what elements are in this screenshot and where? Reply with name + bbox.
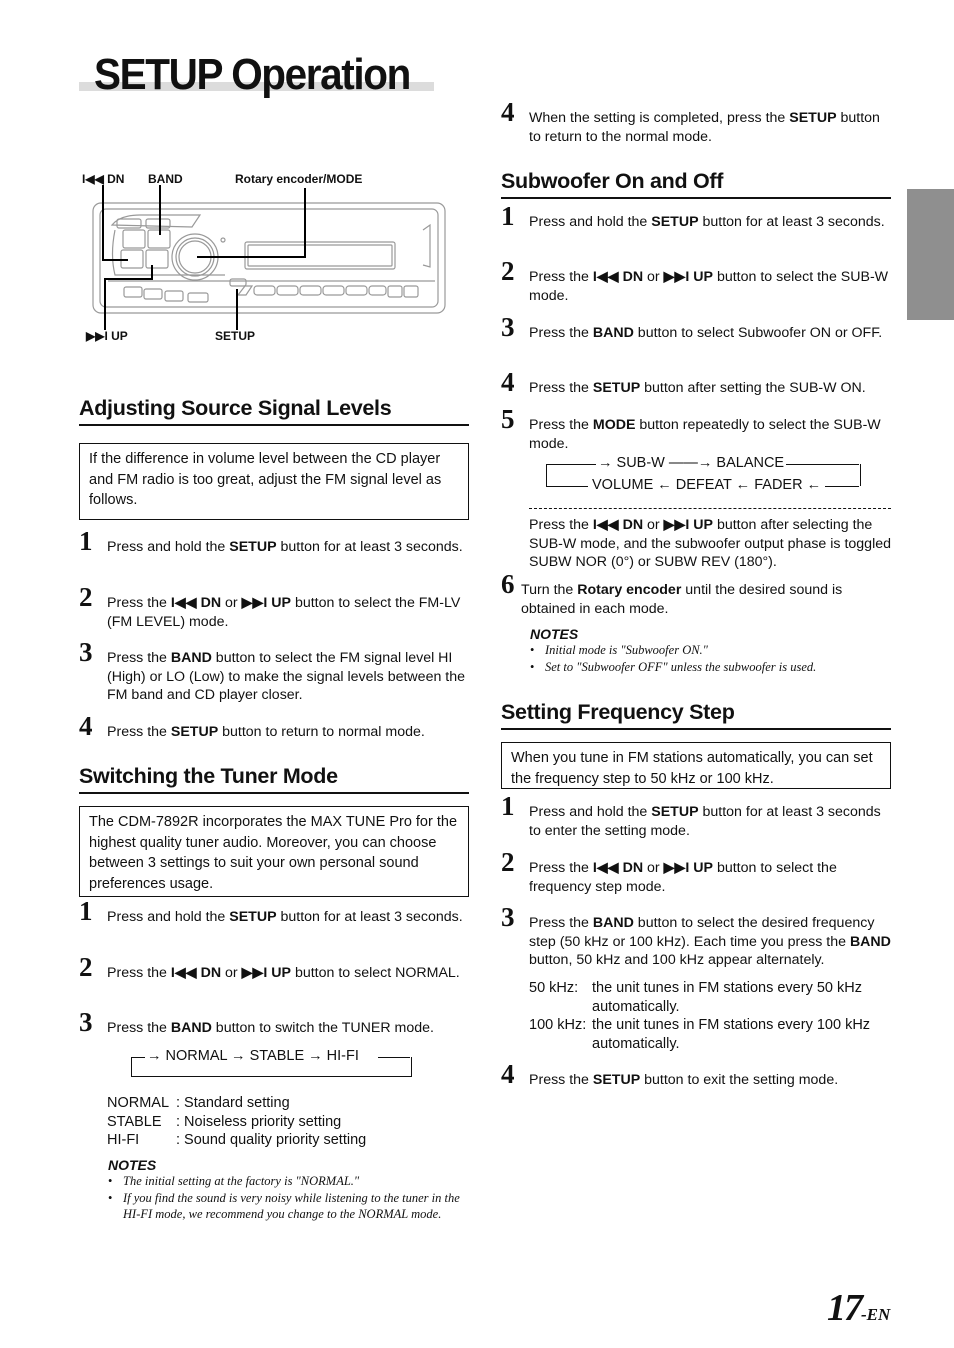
subwoofer-step-5: 5 Press the MODE button repeatedly to se…: [501, 404, 881, 452]
tuner-definitions: NORMAL: Standard setting STABLE: Noisele…: [107, 1094, 366, 1150]
section-heading-subwoofer: Subwoofer On and Off: [501, 169, 891, 199]
diagram-label-setup: SETUP: [215, 329, 256, 343]
subwoofer-notes: NOTES Initial mode is "Subwoofer ON." Se…: [530, 626, 890, 675]
tuner-step-2: 2 Press the I◀◀ DN or ▶▶I UP button to s…: [79, 952, 460, 982]
definition-row: 50 kHz: the unit tunes in FM stations eve…: [529, 980, 862, 1015]
subwoofer-phase-text: Press the I◀◀ DN or ▶▶I UP button after …: [529, 517, 891, 570]
adjusting-step-4: 4 Press the SETUP button to return to no…: [79, 711, 425, 741]
adjusting-step-1: 1 Press and hold the SETUP button for at…: [79, 526, 463, 556]
note-item: If you find the sound is very noisy whil…: [108, 1190, 468, 1223]
frequency-intro-box: When you tune in FM stations automatical…: [501, 742, 891, 789]
car-stereo-illustration: [92, 185, 446, 330]
dashed-divider: [529, 508, 891, 509]
adjusting-intro-box: If the difference in volume level betwee…: [79, 443, 469, 520]
section-tab-marker: [907, 189, 954, 320]
tuner-flow-text: → NORMAL → STABLE → HI-FI: [145, 1048, 361, 1064]
diagram-label-rotary: Rotary encoder/MODE: [235, 172, 363, 186]
page-title: SETUP Operation: [94, 50, 411, 99]
page-number: 17-EN: [827, 1287, 891, 1329]
subwoofer-step-3: 3 Press the BAND button to select Subwoo…: [501, 312, 883, 342]
section-heading-tuner: Switching the Tuner Mode: [79, 764, 469, 794]
subwoofer-step-2: 2 Press the I◀◀ DN or ▶▶I UP button to s…: [501, 256, 889, 304]
definition-row: 100 kHz: the unit tunes in FM stations ev…: [529, 1017, 871, 1053]
frequency-definitions: 50 kHz: the unit tunes in FM stations eve…: [529, 979, 891, 1054]
note-item: The initial setting at the factory is "N…: [108, 1173, 468, 1190]
subwoofer-flow-top: → SUB-W ——→ BALANCE: [596, 455, 787, 471]
adjusting-step-3: 3 Press the BAND button to select the FM…: [79, 637, 466, 703]
diagram-label-up: ▶▶I UP: [86, 329, 128, 343]
flow-line-left: [131, 1057, 145, 1058]
section-heading-frequency: Setting Frequency Step: [501, 700, 891, 730]
tuner-notes: NOTES The initial setting at the factory…: [108, 1157, 468, 1223]
previous-section-step-4: 4 When the setting is completed, press t…: [501, 97, 880, 145]
adjusting-step-2: 2 Press the I◀◀ DN or ▶▶I UP button to s…: [79, 582, 461, 630]
diagram-label-band: BAND: [148, 172, 183, 186]
notes-heading: NOTES: [530, 626, 579, 642]
subwoofer-step-1: 1 Press and hold the SETUP button for at…: [501, 201, 885, 231]
note-item: Set to "Subwoofer OFF" unless the subwoo…: [530, 659, 890, 676]
note-item: Initial mode is "Subwoofer ON.": [530, 642, 890, 659]
subwoofer-step-4: 4 Press the SETUP button after setting t…: [501, 367, 866, 397]
frequency-step-4: 4 Press the SETUP button to exit the set…: [501, 1059, 839, 1089]
tuner-step-1: 1 Press and hold the SETUP button for at…: [79, 896, 463, 926]
frequency-step-2: 2 Press the I◀◀ DN or ▶▶I UP button to s…: [501, 847, 837, 895]
tuner-intro-box: The CDM-7892R incorporates the MAX TUNE …: [79, 806, 469, 897]
subwoofer-step-6: 6 Turn the Rotary encoder until the desi…: [501, 569, 843, 617]
definition-row: NORMAL: Standard setting: [107, 1095, 290, 1111]
definition-row: STABLE: Noiseless priority setting: [107, 1113, 342, 1130]
subwoofer-flow-bottom: VOLUME ← DEFEAT ← FADER ←: [588, 477, 826, 493]
frequency-step-3: 3 Press the BAND button to select the de…: [501, 902, 891, 968]
flow-line-right: [378, 1057, 410, 1058]
notes-heading: NOTES: [108, 1157, 157, 1173]
diagram-label-dn: I◀◀ DN: [82, 172, 125, 186]
tuner-step-3: 3 Press the BAND button to switch the TU…: [79, 1007, 434, 1037]
definition-row: HI-FI: Sound quality priority setting: [107, 1132, 367, 1149]
frequency-step-1: 1 Press and hold the SETUP button for at…: [501, 791, 881, 839]
section-heading-adjusting: Adjusting Source Signal Levels: [79, 396, 469, 426]
